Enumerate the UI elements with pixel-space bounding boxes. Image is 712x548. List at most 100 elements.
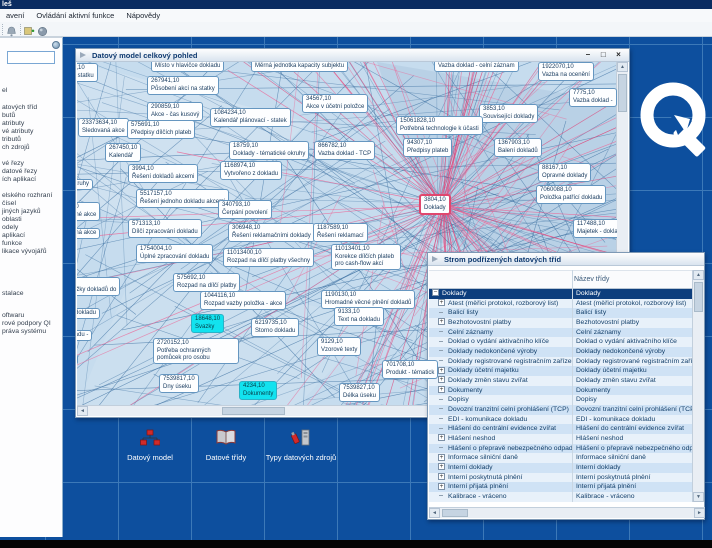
diagram-node[interactable]: 117488,10Majetek - dokla [573,219,617,238]
diagram-node[interactable]: 34567,10Akce v účetní položce [302,94,368,113]
diagram-node[interactable]: 1084234,10Kalendář plánovací - statek [210,108,291,127]
diagram-node[interactable]: 6219735,10Storno dokladu [251,318,299,337]
expand-icon[interactable]: + [438,434,445,441]
diagram-node[interactable]: 3804,10Doklady [419,194,451,215]
diagram-node[interactable]: Místo v hlavičce dokladu [151,62,224,72]
expand-icon[interactable]: + [438,386,445,393]
maximize-button[interactable]: □ [597,49,610,61]
diagram-node[interactable]: 7775,10Vazba doklad - [569,88,617,107]
scrollbar-thumb[interactable] [694,282,703,312]
diagram-node[interactable]: i,10položky dokladů do [77,277,120,296]
expand-icon[interactable]: + [438,454,445,461]
sidebar-item-17[interactable]: likace vývojářů [2,248,47,256]
sidebar-item-6[interactable]: ch zdrojů [2,144,30,152]
column-header-nazev-tridy[interactable]: Název třídy [574,271,609,289]
diagram-node[interactable]: 23373634,10Sledovaná akce [78,118,129,137]
tree-row-4[interactable]: Celní záznamyCelní záznamy [429,328,693,338]
pin-icon[interactable] [52,41,60,49]
diagram-node[interactable]: 3994,10Řešení dokladů akcemi [128,164,198,183]
add-item-icon[interactable] [24,24,35,35]
diagram-node[interactable]: 267450,10Kalendář [105,143,141,162]
tree-row-14[interactable]: Hlášení do centrální evidence zvířatHláš… [429,424,693,434]
sidebar-item-4[interactable]: vé atributy [2,128,33,136]
diagram-node[interactable]: 18759,10Doklady - tématické okruhy [229,141,309,160]
diagram-node[interactable]: vaná akce [77,228,100,239]
tree-row-13[interactable]: EDI - komunikace dokladuEDI - komunikace… [429,415,693,425]
diagram-node[interactable]: 7539817,10Dny úseku [159,374,199,393]
tree-row-21[interactable]: Kalibrace - vrácenoKalibrace - vráceno [429,492,693,502]
diagram-node[interactable]: 11013401,10Korekce dílčích plateb pro ca… [331,244,401,270]
diagram-node[interactable]: 7539827,10Délka úseku [339,383,380,402]
sidebar-item-5[interactable]: tributů [2,136,21,144]
scroll-down-icon[interactable]: ▼ [693,492,704,502]
sidebar-item-10[interactable]: elského rozhraní [2,192,52,200]
sidebar-item-19[interactable]: oftwaru [2,312,24,320]
diagram-node[interactable]: 306948,10Řešení reklamačními doklady [228,223,315,242]
scroll-left-icon[interactable]: ◄ [77,406,88,416]
tree-row-10[interactable]: +DokumentyDokumenty [429,386,693,396]
diagram-node[interactable]: 88167,10Opravné doklady [538,163,591,182]
tree-row-15[interactable]: +Hlášení neshodHlášení neshod [429,434,693,444]
diagram-node[interactable]: 1044116,10Rozpad vazby položka - akce [200,291,286,310]
tree-row-12[interactable]: Dovozní tranzitní celní prohlášení (TCP)… [429,405,693,415]
diagram-node[interactable]: 9133,10Text na dokladu [334,307,384,326]
tree-horizontal-scrollbar[interactable]: ◄ ► [429,507,705,518]
tree-row-20[interactable]: +Interní přijatá plněníInterní přijatá p… [429,482,693,492]
close-button[interactable]: × [612,49,625,61]
tree-row-3[interactable]: +Bezhotovostní platbyBezhotovostní platb… [429,318,693,328]
tree-row-1[interactable]: +Atest (měřicí protokol, rozborový list)… [429,299,693,309]
diagram-node[interactable]: 1922070,10Vazba na ocenění [538,62,594,81]
diagram-node[interactable]: 575691,10Předpisy dílčích plateb [127,120,195,139]
diagram-node[interactable]: 701708,10Produkt - tématick [382,360,438,379]
minimize-button[interactable]: – [582,49,595,61]
expand-icon[interactable]: + [438,367,445,374]
tree-row-2[interactable]: Balicí listyBalicí listy [429,308,693,318]
diagram-node[interactable]: ce dokladu [77,308,100,319]
scrollbar-thumb[interactable] [442,509,468,517]
sidebar-item-11[interactable]: čísel [2,200,16,208]
sidebar-item-1[interactable]: atových tříd [2,104,37,112]
sidebar-item-9[interactable]: ích aplikací [2,176,36,184]
diagram-node[interactable]: 4234,10Dokumenty [239,381,277,400]
diagram-node[interactable]: i,10vané akce [77,202,100,221]
diagram-node[interactable]: okladu - [77,330,92,341]
diagram-node[interactable]: 866782,10Vazba doklad - TCP [314,141,375,160]
scroll-right-icon[interactable]: ► [694,508,705,518]
diagram-node[interactable]: 575692,10Rozpad na dílčí platby [173,273,240,292]
sidebar-item-0[interactable]: el [2,87,7,95]
diagram-node[interactable]: 1187589,10Řešení reklamací [313,223,368,242]
tree-row-0[interactable]: −DokladyDoklady [429,289,693,299]
expand-icon[interactable]: + [438,473,445,480]
tree-row-19[interactable]: +Interní poskytnutá plněníInterní poskyt… [429,473,693,483]
scroll-left-icon[interactable]: ◄ [429,508,440,518]
diagram-node[interactable]: 1367903,10Balení dokladů [494,138,542,157]
sidebar-item-7[interactable]: vé řezy [2,160,24,168]
diagram-node[interactable]: 290859,10Akce - čas kusový [147,102,203,121]
diagram-node[interactable]: 267941,10Působení akcí na statky [147,76,219,95]
tree-row-9[interactable]: +Doklady změn stavu zvířatDoklady změn s… [429,376,693,386]
diagram-node[interactable]: 11013400,10Rozpad na dílčí platby všechn… [223,248,314,267]
menu-item-0[interactable]: avení [0,9,30,22]
tree-vertical-scrollbar[interactable]: ▲ ▼ [692,270,704,502]
diagram-node[interactable]: 571313,10Dílčí zpracování dokladu [128,219,202,238]
sidebar-item-13[interactable]: oblasti [2,216,22,224]
scroll-up-icon[interactable]: ▲ [617,62,628,72]
diagram-node[interactable]: 5517157,10Řešení jednoho dokladu akcemi [136,189,229,208]
sidebar-item-16[interactable]: funkce [2,240,22,248]
tree-row-18[interactable]: +Interní dokladyInterní doklady [429,463,693,473]
sidebar-item-18[interactable]: stalace [2,290,24,298]
diagram-node[interactable]: 1168974,10Vytvořeno z dokladu [220,161,282,180]
sidebar-item-2[interactable]: butů [2,112,15,120]
sidebar-search-input[interactable] [7,51,55,64]
expand-icon[interactable]: + [438,299,445,306]
collapse-icon[interactable]: − [432,289,439,296]
sphere-icon[interactable] [37,24,48,35]
tree-row-17[interactable]: +Informace silniční daněInformace silnič… [429,453,693,463]
expand-icon[interactable]: + [438,463,445,470]
sidebar-item-3[interactable]: atributy [2,120,24,128]
scrollbar-thumb[interactable] [222,407,285,415]
scrollbar-thumb[interactable] [618,74,627,112]
diagram-node[interactable]: 1,10y statku [77,63,98,82]
diagram-window-titlebar[interactable]: Datový model celkový pohled – □ × [76,49,629,62]
desktop-icon-0[interactable]: Datový model [114,429,186,463]
